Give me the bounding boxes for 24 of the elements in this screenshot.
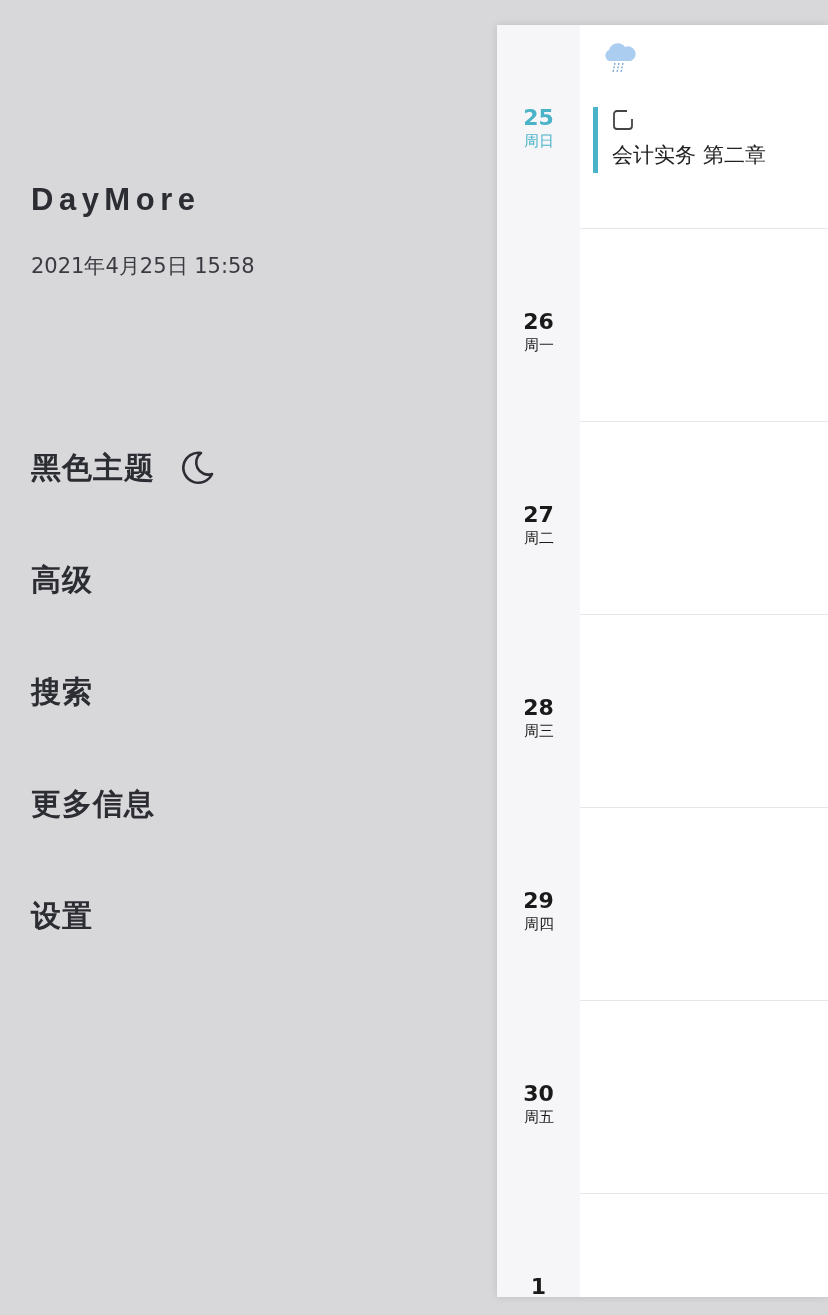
weekday-label: 周一 — [523, 335, 554, 355]
app-title: DayMore — [31, 182, 201, 218]
day-number: 26 — [523, 309, 554, 335]
day-number: 27 — [523, 502, 554, 528]
weekday-label: 周四 — [523, 914, 554, 934]
weekday-label: 周三 — [523, 721, 554, 741]
day-number: 25 — [523, 105, 554, 131]
weekday-label: 周日 — [523, 131, 554, 151]
checkbox[interactable] — [612, 109, 634, 131]
menu-item[interactable]: 设置 — [31, 895, 93, 937]
event-title: 会计实务 第二章 — [612, 142, 767, 169]
weekday-label: 周五 — [523, 1107, 554, 1127]
menu-item[interactable]: 高级 — [31, 559, 93, 601]
day-number: 30 — [523, 1081, 554, 1107]
moon-icon[interactable] — [179, 450, 215, 486]
day-number: 28 — [523, 695, 554, 721]
menu-item[interactable]: 更多信息 — [31, 783, 155, 825]
event-card[interactable]: 会计实务 第二章 — [593, 107, 828, 173]
day-number: 29 — [523, 888, 554, 914]
day-number: 1 — [530, 1274, 547, 1297]
current-datetime: 2021年4月25日 15:58 — [31, 253, 255, 280]
weekday-label: 周二 — [523, 528, 554, 548]
menu-item[interactable]: 黑色主题 — [31, 447, 155, 489]
menu-item[interactable]: 搜索 — [31, 671, 93, 713]
